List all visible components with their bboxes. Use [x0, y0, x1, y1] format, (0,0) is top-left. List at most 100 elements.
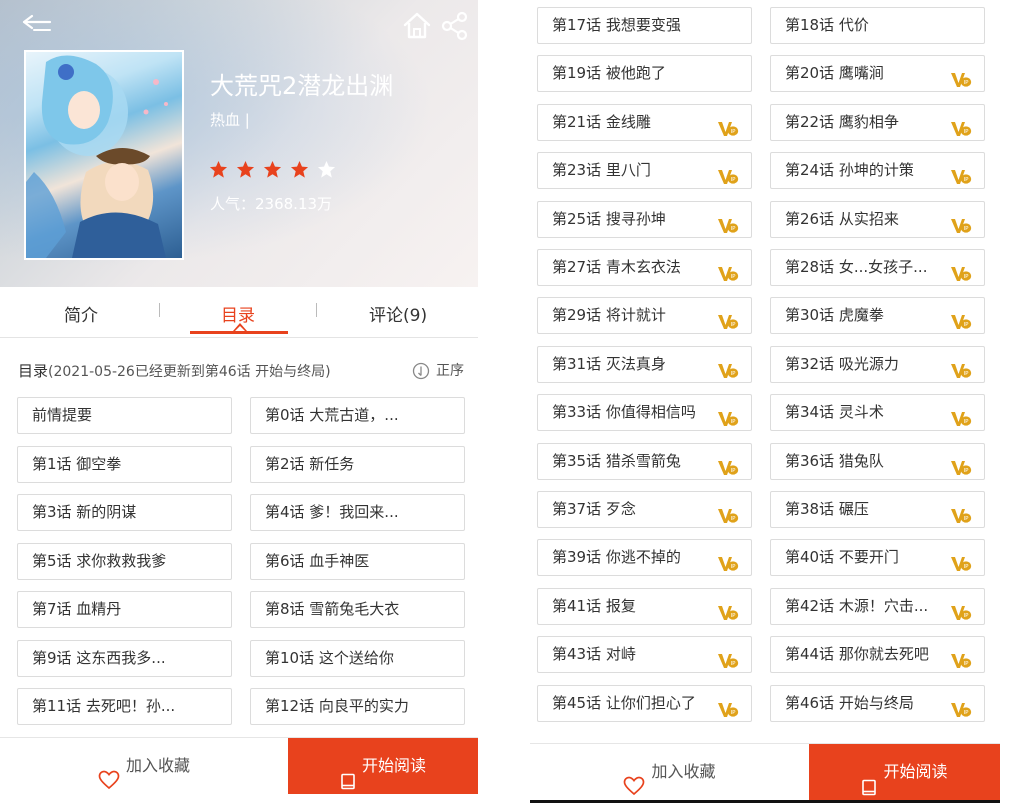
chapter-button[interactable]: 第28话 女...女孩子... IP — [770, 249, 985, 286]
chapter-title: 第41话 报复 — [552, 596, 636, 615]
chapter-button[interactable]: 第42话 木源！穴击... IP — [770, 587, 985, 625]
chapter-title: 第9话 这东西我多... — [32, 648, 166, 667]
chapter-button[interactable]: 第37话 歹念 IP — [537, 491, 752, 528]
sort-label: 正序 — [436, 363, 464, 379]
chapter-title: 第44话 那你就去死吧 — [785, 645, 929, 664]
chapter-button[interactable]: 第6话 血手神医 — [250, 542, 465, 580]
chapter-button[interactable]: 第20话 鹰嘴涧 IP — [770, 55, 985, 93]
chapter-button[interactable]: 第10话 这个送给你 — [250, 639, 465, 677]
chapter-button[interactable]: 第0话 大荒古道，... — [250, 397, 465, 434]
chapter-button[interactable]: 第33话 你值得相信吗 IP — [537, 394, 752, 432]
chapter-button[interactable]: 第34话 灵斗术 IP — [770, 394, 985, 432]
tab-divider — [316, 303, 317, 317]
chapter-button[interactable]: 第9话 这东西我多... — [17, 639, 232, 677]
home-icon[interactable] — [401, 10, 433, 42]
chapter-button[interactable]: 第41话 报复 IP — [537, 587, 752, 625]
chapter-button[interactable]: 第17话 我想要变强 — [537, 7, 752, 44]
add-favorite-button[interactable]: 加入收藏 — [530, 744, 809, 800]
chapter-button[interactable]: 第21话 金线雕 IP — [537, 103, 752, 141]
chapter-button[interactable]: 第45话 让你们担心了 IP — [537, 684, 752, 722]
sort-toggle[interactable]: 正序 — [412, 360, 464, 382]
chapter-button[interactable]: 第24话 孙坤的计策 IP — [770, 152, 985, 190]
chapter-button[interactable]: 第44话 那你就去死吧 IP — [770, 636, 985, 674]
svg-text:IP: IP — [731, 468, 737, 474]
chapter-button[interactable]: 第35话 猎杀雪箭兔 IP — [537, 442, 752, 480]
chapter-title: 第33话 你值得相信吗 — [552, 403, 696, 422]
svg-text:IP: IP — [731, 371, 737, 377]
favorite-label: 加入收藏 — [125, 756, 190, 775]
vip-badge-icon: IP — [717, 550, 739, 572]
chapter-title: 第23话 里八门 — [552, 161, 651, 180]
book-cover-image[interactable] — [24, 50, 184, 260]
svg-text:IP: IP — [964, 661, 970, 667]
chapter-title: 第22话 鹰豹相争 — [785, 112, 899, 131]
share-icon[interactable] — [440, 10, 470, 42]
chapter-button[interactable]: 第3话 新的阴谋 — [17, 494, 232, 531]
back-arrow-icon[interactable] — [20, 8, 60, 42]
chapter-button[interactable]: 第22话 鹰豹相争 IP — [770, 103, 985, 141]
vip-badge-icon: IP — [950, 308, 972, 330]
vip-badge-icon: IP — [950, 502, 972, 523]
chapter-button[interactable]: 第18话 代价 — [770, 7, 985, 44]
chapter-button[interactable]: 第32话 吸光源力 IP — [770, 345, 985, 383]
chapter-button[interactable]: 第4话 爹！我回来... — [250, 494, 465, 531]
svg-text:IP: IP — [731, 274, 737, 280]
svg-text:IP: IP — [964, 419, 970, 425]
chapter-title: 第37话 歹念 — [552, 500, 636, 518]
book-icon — [340, 758, 356, 789]
chapter-title: 第2话 新任务 — [265, 454, 355, 473]
book-title: 大荒咒2潜龙出渊 — [210, 72, 394, 100]
chapter-button[interactable]: 第12话 向良平的实力 — [250, 688, 465, 725]
chapter-button[interactable]: 第26话 从实招来 IP — [770, 200, 985, 238]
chapter-button[interactable]: 第25话 搜寻孙坤 IP — [537, 200, 752, 238]
chapter-button[interactable]: 第11话 去死吧！孙... — [17, 688, 232, 725]
chapter-title: 第39话 你逃不掉的 — [552, 548, 681, 567]
vip-badge-icon: IP — [950, 454, 972, 475]
chapter-button[interactable]: 第23话 里八门 IP — [537, 152, 752, 190]
chapter-button[interactable]: 第27话 青木玄衣法 IP — [537, 249, 752, 286]
rating-stars — [209, 160, 339, 182]
svg-text:IP: IP — [731, 516, 737, 522]
popularity-count: 人气：2368.13万 — [210, 195, 333, 213]
chapter-button[interactable]: 第5话 求你救救我爹 — [17, 542, 232, 580]
svg-text:IP: IP — [731, 129, 737, 135]
active-tab-indicator — [190, 331, 288, 334]
add-favorite-button[interactable]: 加入收藏 — [0, 738, 288, 794]
tab-intro[interactable]: 简介 — [64, 301, 98, 326]
chapter-title: 第46话 开始与终局 — [785, 693, 914, 712]
chapter-button[interactable]: 第2话 新任务 — [250, 445, 465, 483]
vip-badge-icon: IP — [717, 308, 739, 330]
chapter-button[interactable]: 第1话 御空拳 — [17, 445, 232, 483]
star-icon — [263, 160, 282, 179]
chapter-button[interactable]: 第43话 对峙 IP — [537, 636, 752, 674]
chapter-button[interactable]: 前情提要 — [17, 397, 232, 434]
svg-text:IP: IP — [731, 565, 737, 571]
chapter-button[interactable]: 第36话 猎兔队 IP — [770, 442, 985, 480]
chapter-button[interactable]: 第38话 碾压 IP — [770, 491, 985, 528]
chapter-button[interactable]: 第31话 灭法真身 IP — [537, 345, 752, 383]
start-reading-button[interactable]: 开始阅读 — [288, 738, 478, 794]
chapter-title: 第26话 从实招来 — [785, 209, 899, 228]
vip-badge-icon: IP — [950, 115, 972, 136]
chapter-button[interactable]: 第8话 雪箭兔毛大衣 — [250, 591, 465, 628]
chapter-title: 第45话 让你们担心了 — [552, 693, 696, 712]
chapter-button[interactable]: 第19话 被他跑了 — [537, 55, 752, 93]
tab-comments[interactable]: 评论(9) — [369, 301, 427, 326]
svg-text:IP: IP — [964, 323, 970, 329]
start-reading-button[interactable]: 开始阅读 — [809, 744, 1000, 800]
chapter-button[interactable]: 第7话 血精丹 — [17, 591, 232, 628]
chapter-button[interactable]: 第46话 开始与终局 IP — [770, 684, 985, 722]
left-screen: 大荒咒2潜龙出渊 热血 | 人气：2368.13万 简介 目录 评论(9) 目录… — [0, 0, 486, 808]
chapter-button[interactable]: 第29话 将计就计 IP — [537, 297, 752, 335]
book-genre: 热血 | — [210, 111, 250, 129]
chapter-button[interactable]: 第40话 不要开门 IP — [770, 539, 985, 577]
tab-divider — [159, 303, 160, 317]
chapter-button[interactable]: 第30话 虎魔拳 IP — [770, 297, 985, 335]
vip-badge-icon: IP — [950, 550, 972, 572]
chapter-title: 第19话 被他跑了 — [552, 64, 666, 83]
vip-badge-icon: IP — [717, 260, 739, 281]
heart-icon — [623, 763, 645, 795]
chapter-title: 第8话 雪箭兔毛大衣 — [265, 600, 400, 618]
vip-badge-icon: IP — [950, 647, 972, 669]
chapter-button[interactable]: 第39话 你逃不掉的 IP — [537, 539, 752, 577]
